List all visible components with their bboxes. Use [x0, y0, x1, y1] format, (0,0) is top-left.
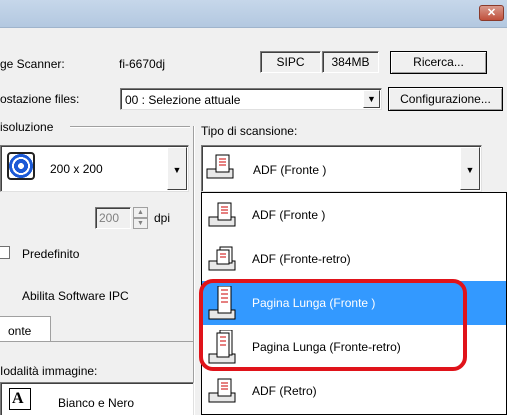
default-label: Predefinito [22, 247, 80, 261]
settings-file-label: ostazione files: [0, 92, 80, 106]
adf-scanner-icon [208, 202, 236, 227]
spin-up-icon[interactable]: ▲ [133, 207, 148, 218]
adf-back-scanner-icon [208, 378, 236, 403]
interface-field: SIPC [260, 51, 321, 73]
resolution-group-label: isoluzione [0, 120, 58, 134]
scan-type-option[interactable]: ADF (Fronte-retro) [202, 237, 506, 281]
image-mode-label: Iodalità immagine: [0, 364, 98, 378]
resolution-select[interactable]: 200 x 200 ▼ [0, 145, 189, 192]
ipc-label: Abilita Software IPC [22, 289, 129, 303]
scan-type-option[interactable]: ADF (Fronte ) [202, 193, 506, 237]
text-document-icon: A [9, 388, 31, 410]
close-icon: ✕ [486, 7, 497, 19]
highlight-callout [199, 279, 467, 371]
default-checkbox[interactable] [0, 246, 10, 259]
scan-type-select[interactable]: ADF (Fronte ) ▼ [201, 145, 482, 192]
scanner-model: fi-6670dj [119, 57, 166, 71]
resolution-group-line [70, 126, 190, 127]
adf-scanner-icon [206, 154, 234, 179]
dpi-spinner[interactable]: ▲ ▼ [133, 207, 148, 229]
spin-down-icon[interactable]: ▼ [133, 218, 148, 229]
custom-dpi-input[interactable]: 200 [95, 207, 131, 229]
scanner-label: ge Scanner: [0, 57, 65, 71]
chevron-down-icon[interactable]: ▼ [167, 147, 187, 190]
tab-strip-line [0, 341, 194, 342]
resolution-icon [7, 152, 35, 180]
scan-type-label: Tipo di scansione: [201, 124, 298, 138]
chevron-down-icon[interactable]: ▼ [460, 147, 480, 190]
settings-file-select[interactable]: 00 : Selezione attuale ▼ [120, 88, 382, 110]
duplex-scanner-icon [208, 246, 236, 271]
memory-field: 384MB [322, 51, 379, 73]
configuration-button[interactable]: Configurazione... [388, 87, 503, 111]
scan-type-option[interactable]: ADF (Retro) [202, 369, 506, 413]
search-button[interactable]: Ricerca... [390, 51, 487, 74]
dpi-unit: dpi [154, 211, 171, 225]
tab-front[interactable]: onte [0, 316, 51, 342]
group-divider [193, 126, 194, 415]
image-mode-select[interactable]: A Bianco e Nero [0, 382, 194, 415]
title-bar [0, 0, 507, 28]
chevron-down-icon[interactable]: ▼ [363, 90, 380, 108]
close-button[interactable]: ✕ [479, 5, 504, 21]
